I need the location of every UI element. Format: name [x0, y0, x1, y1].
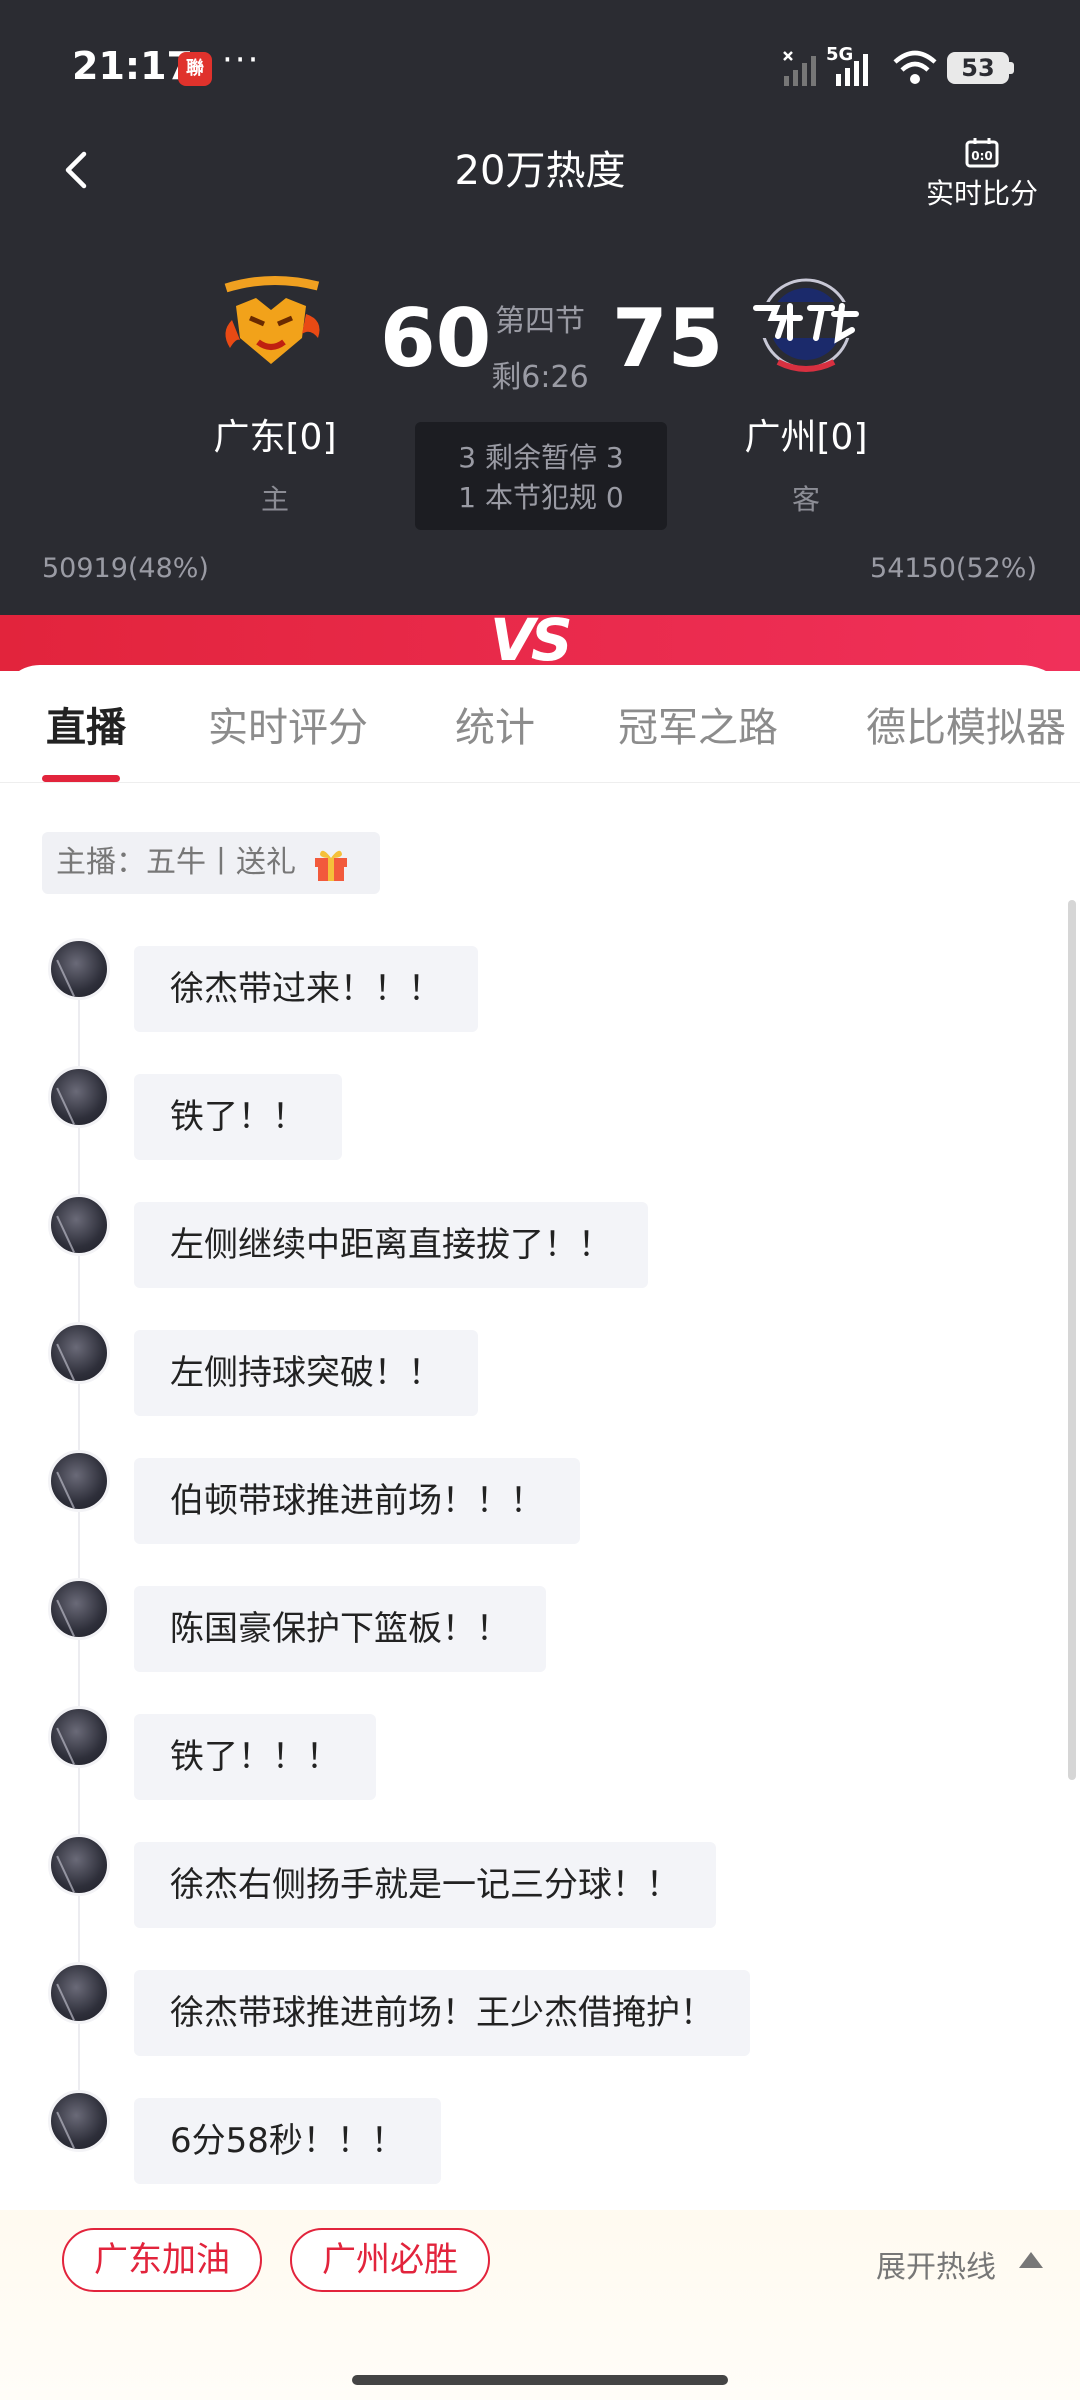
fouls-row: 1 本节犯规 0 — [458, 481, 624, 514]
expand-hotline-button[interactable]: 展开热线 — [876, 2242, 996, 2286]
battery-icon: 53 — [947, 52, 1009, 84]
anchor-avatar[interactable] — [48, 2090, 110, 2152]
game-clock: 剩6:26 — [491, 360, 589, 395]
live-score-button[interactable]: 0:0 实时比分 — [912, 138, 1052, 218]
scoreboard-icon: 0:0 — [965, 138, 999, 168]
home-indicator[interactable] — [352, 2375, 728, 2385]
message-row: 铁了！！！ — [48, 1706, 948, 1806]
message-row: 铁了！！ — [48, 1066, 948, 1166]
tab-live-rating[interactable]: 实时评分 — [208, 695, 368, 753]
cheer-home-button[interactable]: 广东加油 — [62, 2228, 262, 2292]
anchor-avatar[interactable] — [48, 1834, 110, 1896]
triangle-up-icon[interactable] — [1016, 2248, 1046, 2272]
app-notification-icon: 聯 — [178, 52, 212, 86]
message-row: 6分58秒！！！ — [48, 2090, 948, 2190]
more-notifications-icon: ··· — [222, 40, 261, 80]
tab-bar: 直播 实时评分 统计 冠军之路 德比模拟器 — [0, 665, 1080, 783]
status-time: 21:17 — [72, 44, 193, 88]
game-period: 第四节 — [495, 304, 585, 339]
message-bubble: 左侧持球突破！！ — [134, 1330, 478, 1416]
status-bar: 21:17 聯 ··· 5G 53 — [0, 0, 1080, 140]
message-bubble: 徐杰右侧扬手就是一记三分球！！ — [134, 1842, 716, 1928]
message-bubble: 徐杰带过来！！！ — [134, 946, 478, 1032]
message-bubble: 陈国豪保护下篮板！！ — [134, 1586, 546, 1672]
battery-tip — [1009, 62, 1014, 74]
message-row: 左侧持球突破！！ — [48, 1322, 948, 1422]
message-row: 伯顿带球推进前场！！！ — [48, 1450, 948, 1550]
anchor-avatar[interactable] — [48, 1706, 110, 1768]
message-bubble: 左侧继续中距离直接拔了！！ — [134, 1202, 648, 1288]
message-bubble: 伯顿带球推进前场！！！ — [134, 1458, 580, 1544]
tab-stats[interactable]: 统计 — [455, 695, 535, 753]
tab-championship-road[interactable]: 冠军之路 — [618, 695, 778, 753]
home-support-count: 50919(48%) — [42, 553, 209, 584]
guangdong-team-logo[interactable] — [206, 268, 336, 378]
away-support-count: 54150(52%) — [870, 553, 1037, 584]
anchor-avatar[interactable] — [48, 1066, 110, 1128]
anchor-avatar[interactable] — [48, 1194, 110, 1256]
tab-live[interactable]: 直播 — [46, 695, 126, 753]
message-row: 陈国豪保护下篮板！！ — [48, 1578, 948, 1678]
svg-text:0:0: 0:0 — [971, 149, 993, 163]
match-header: 21:17 聯 ··· 5G 53 20万热度 0:0 实时比分 60 第四节 … — [0, 0, 1080, 615]
message-row: 左侧继续中距离直接拔了！！ — [48, 1194, 948, 1294]
gift-icon[interactable] — [312, 846, 350, 882]
message-row: 徐杰带过来！！！ — [48, 938, 948, 1038]
away-side-label: 客 — [791, 483, 820, 516]
guangzhou-team-logo[interactable] — [738, 268, 868, 378]
anchor-chip[interactable]: 主播：五牛丨送礼 — [42, 832, 380, 894]
anchor-label: 主播：五牛丨送礼 — [56, 845, 296, 880]
anchor-avatar[interactable] — [48, 938, 110, 1000]
timeouts-fouls-panel: 3 剩余暂停 3 1 本节犯规 0 — [415, 422, 667, 530]
message-bubble: 徐杰带球推进前场！王少杰借掩护！ — [134, 1970, 750, 2056]
away-team-name[interactable]: 广州[0] — [686, 408, 926, 460]
active-tab-indicator — [42, 775, 120, 782]
live-score-label: 实时比分 — [925, 177, 1038, 210]
message-row: 徐杰右侧扬手就是一记三分球！！ — [48, 1834, 948, 1934]
bottom-action-bar: 广东加油 广州必胜 展开热线 — [0, 2210, 1080, 2400]
away-score: 75 — [612, 292, 724, 385]
anchor-avatar[interactable] — [48, 1322, 110, 1384]
cheer-away-button[interactable]: 广州必胜 — [290, 2228, 490, 2292]
home-team-name[interactable]: 广东[0] — [155, 408, 395, 460]
message-bubble: 铁了！！ — [134, 1074, 342, 1160]
message-bubble: 6分58秒！！！ — [134, 2098, 441, 2184]
timeouts-row: 3 剩余暂停 3 — [458, 441, 624, 474]
home-side-label: 主 — [260, 483, 289, 516]
anchor-avatar[interactable] — [48, 1450, 110, 1512]
feed-scrollbar[interactable] — [1068, 900, 1076, 1780]
signal-2-icon — [836, 54, 868, 86]
message-bubble: 铁了！！！ — [134, 1714, 376, 1800]
tab-derby-simulator[interactable]: 德比模拟器 — [866, 695, 1066, 753]
anchor-avatar[interactable] — [48, 1962, 110, 2024]
vs-badge: VS — [490, 606, 573, 674]
message-row: 徐杰带球推进前场！王少杰借掩护！ — [48, 1962, 948, 2062]
wifi-icon — [893, 50, 937, 84]
anchor-avatar[interactable] — [48, 1578, 110, 1640]
signal-1-icon — [783, 51, 816, 86]
